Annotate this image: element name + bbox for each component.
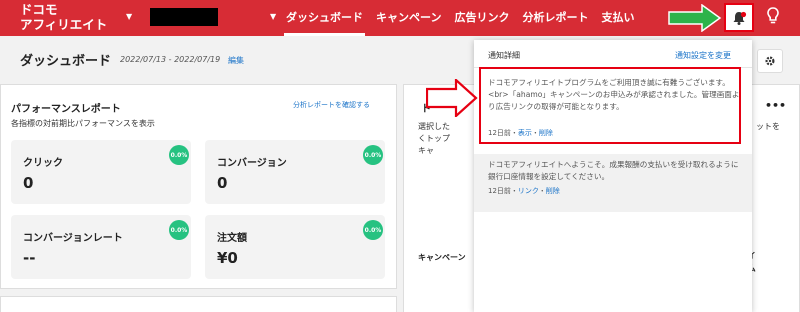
link-link[interactable]: リンク (518, 187, 539, 195)
lightbulb-icon[interactable] (766, 6, 780, 26)
metric-card-conversions: コンバージョン 0 0.0% (205, 140, 385, 204)
metric-label: 注文額 (217, 233, 247, 244)
metric-label: クリック (23, 158, 63, 169)
nav-analytics-report[interactable]: 分析レポート (522, 0, 588, 36)
delete-link[interactable]: 削除 (546, 187, 560, 195)
metric-value: 0 (23, 174, 34, 192)
performance-report-subtitle: 各指標の対前期比パフォーマンスを表示 (11, 119, 155, 128)
description-line: くトップ (418, 134, 450, 143)
nav-ad-links[interactable]: 広告リンク (454, 0, 509, 36)
metric-value: -- (23, 249, 36, 267)
secondary-card (0, 296, 397, 312)
performance-report-card: パフォーマンスレポート 分析レポートを確認する 各指標の対前期比パフォーマンスを… (0, 84, 397, 289)
chevron-down-icon[interactable]: ▼ (270, 12, 276, 21)
change-badge: 0.0% (363, 220, 383, 240)
notification-age: 12日前 (488, 187, 511, 195)
description-line: 選択した (418, 122, 450, 131)
notification-panel-title: 通知詳細 (488, 51, 520, 60)
metric-label: コンバージョンレート (23, 233, 123, 244)
logo-line-1: ドコモ (20, 2, 58, 17)
notification-item[interactable]: ドコモアフィリエイトへようこそ。成果報酬の支払いを受け取れるように銀行口座情報を… (474, 154, 752, 212)
change-badge: 0.0% (363, 145, 383, 165)
gear-icon (765, 56, 775, 66)
highlight-frame (479, 67, 741, 144)
notification-bell-button[interactable] (724, 3, 754, 32)
metric-card-conversion-rate: コンバージョンレート -- 0.0% (11, 215, 191, 279)
nav-dashboard[interactable]: ダッシュボード (284, 0, 365, 36)
account-selector-redacted[interactable] (150, 8, 218, 26)
metric-label: コンバージョン (217, 158, 287, 169)
top-campaigns-description-left: 選択した くトップ キャ (418, 121, 450, 157)
notification-meta: 12日前・リンク・削除 (488, 187, 560, 195)
metric-value: ¥0 (217, 249, 238, 267)
description-line: キャ (418, 146, 434, 155)
main-nav: ダッシュボード キャンペーン 広告リンク 分析レポート 支払い (284, 0, 647, 36)
settings-button[interactable] (757, 49, 783, 73)
nav-campaign[interactable]: キャンペーン (376, 0, 441, 36)
notification-text: ドコモアフィリエイトへようこそ。成果報酬の支払いを受け取れるように銀行口座情報を… (488, 160, 739, 181)
green-annotation-arrow-icon (668, 4, 722, 32)
chevron-down-icon[interactable]: ▼ (126, 12, 132, 21)
metric-card-order-amount: 注文額 ¥0 0.0% (205, 215, 385, 279)
bell-icon (733, 11, 747, 25)
metric-card-clicks: クリック 0 0.0% (11, 140, 191, 204)
performance-report-title: パフォーマンスレポート (11, 104, 121, 115)
nav-payment[interactable]: 支払い (601, 0, 634, 36)
top-campaigns-description-right: ットを (756, 122, 780, 131)
more-options-icon[interactable]: ••• (765, 99, 786, 112)
page-title: ダッシュボード (20, 54, 112, 69)
notification-settings-link[interactable]: 通知設定を変更 (675, 50, 731, 61)
change-badge: 0.0% (169, 220, 189, 240)
top-header: ドコモ アフィリエイト ▼ ▼ ダッシュボード キャンペーン 広告リンク 分析レ… (0, 0, 800, 36)
date-range: 2022/07/13 - 2022/07/19 (120, 55, 221, 64)
change-badge: 0.0% (169, 145, 189, 165)
edit-date-link[interactable]: 編集 (228, 55, 244, 66)
red-annotation-arrow-icon (426, 79, 478, 117)
column-header-campaign: キャンペーン (418, 253, 466, 262)
view-analytics-link[interactable]: 分析レポートを確認する (293, 100, 370, 110)
metric-value: 0 (217, 174, 228, 192)
logo-line-2: アフィリエイト (20, 17, 108, 32)
docomo-affiliate-logo[interactable]: ドコモ アフィリエイト (20, 2, 107, 32)
